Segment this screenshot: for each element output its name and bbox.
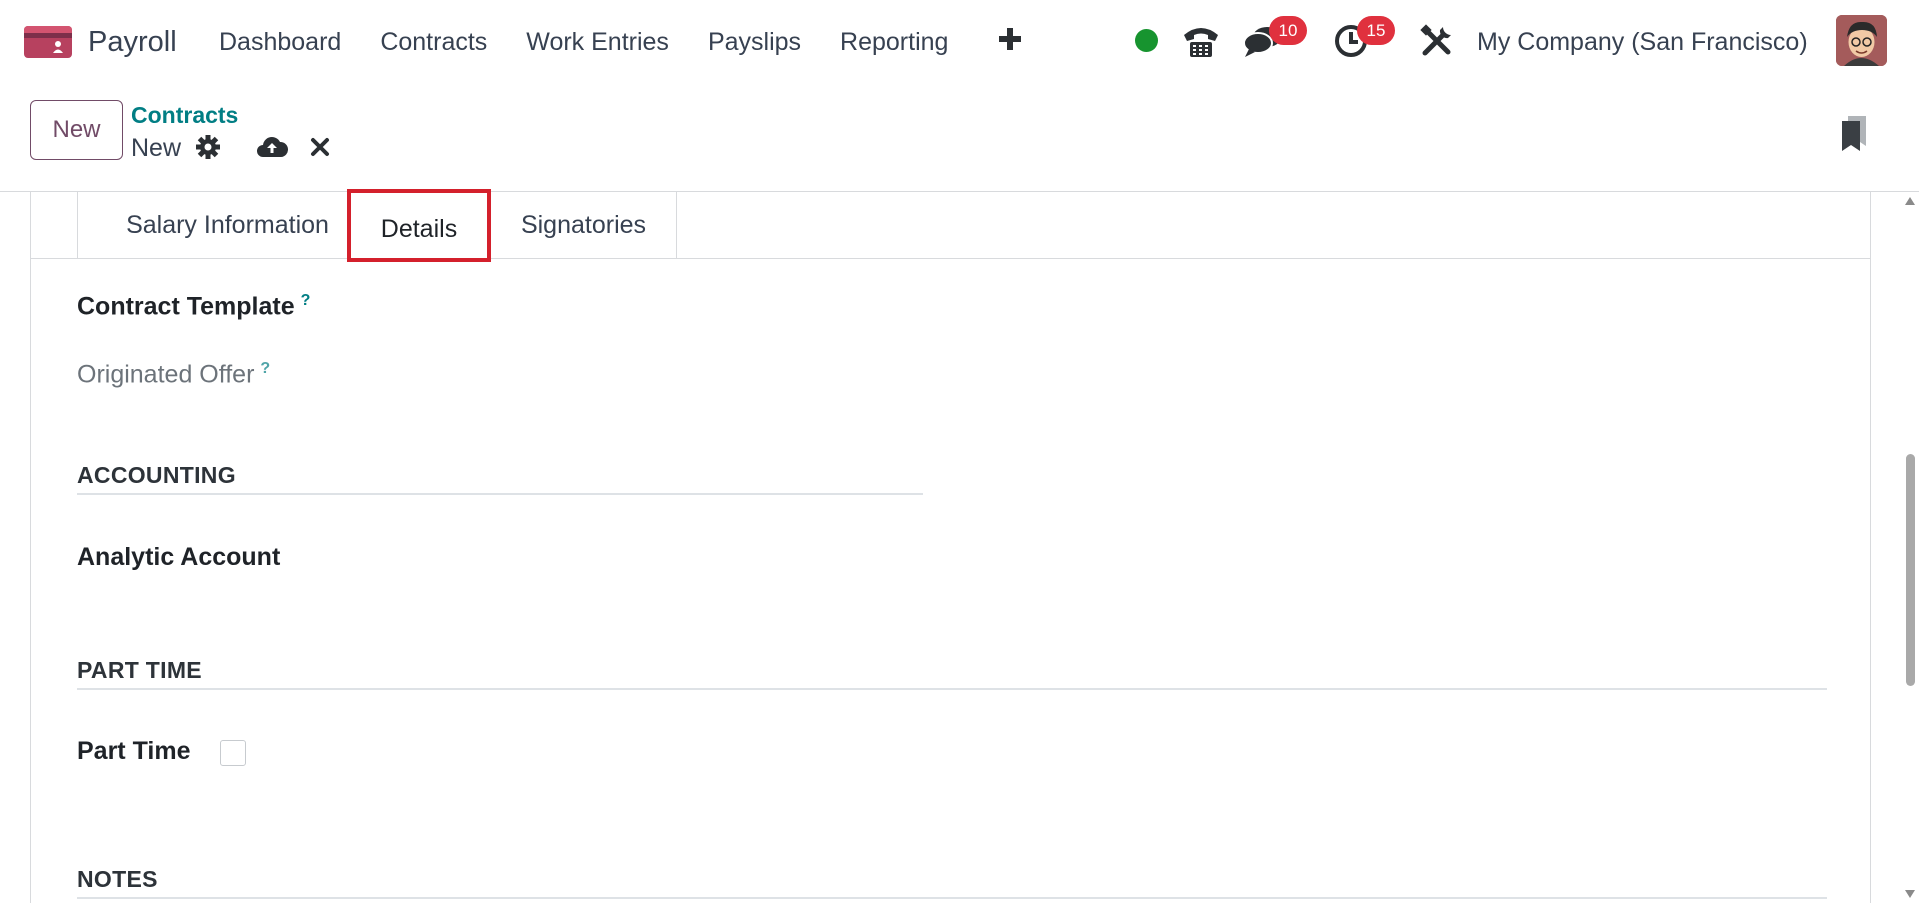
section-divider <box>77 688 1827 690</box>
tab-details[interactable]: Details <box>347 189 491 262</box>
originated-offer-field: Originated Offer? <box>77 360 270 389</box>
main-menu: Dashboard Contracts Work Entries Payslip… <box>219 22 987 62</box>
tab-signatories[interactable]: Signatories <box>491 192 677 259</box>
gear-icon[interactable] <box>195 134 221 160</box>
form-sheet: Salary Information Details Signatories C… <box>30 189 1871 903</box>
tab-salary-information[interactable]: Salary Information <box>77 192 377 259</box>
part-time-section-title: PART TIME <box>77 657 202 683</box>
vertical-scrollbar[interactable] <box>1900 192 1919 903</box>
notes-section-title: NOTES <box>77 866 158 892</box>
app-logo-icon[interactable] <box>24 24 72 58</box>
messages-count-badge: 10 <box>1269 16 1307 45</box>
part-time-checkbox[interactable] <box>220 740 246 766</box>
menu-item-payslips[interactable]: Payslips <box>708 22 801 62</box>
bookmark-icon[interactable] <box>1839 114 1869 152</box>
help-tooltip-icon[interactable]: ? <box>301 292 311 309</box>
menu-item-contracts[interactable]: Contracts <box>380 22 487 62</box>
originated-offer-label: Originated Offer <box>77 360 255 389</box>
tools-icon[interactable] <box>1420 24 1454 58</box>
menu-item-dashboard[interactable]: Dashboard <box>219 22 341 62</box>
presence-status-icon <box>1135 29 1158 52</box>
part-time-label: Part Time <box>77 737 191 765</box>
scrollbar-thumb[interactable] <box>1906 454 1915 686</box>
activities-count-badge: 15 <box>1357 16 1395 45</box>
record-name: New <box>131 134 182 162</box>
section-divider <box>77 897 1827 899</box>
analytic-account-label: Analytic Account <box>77 543 281 571</box>
top-navbar: Payroll Dashboard Contracts Work Entries… <box>0 0 1919 82</box>
menu-item-work-entries[interactable]: Work Entries <box>526 22 669 62</box>
accounting-section-title: ACCOUNTING <box>77 462 236 488</box>
avatar[interactable] <box>1836 15 1887 66</box>
plus-icon[interactable] <box>996 25 1024 53</box>
scroll-down-arrow-icon[interactable] <box>1904 889 1916 899</box>
cloud-upload-icon[interactable] <box>256 132 288 162</box>
scroll-up-arrow-icon[interactable] <box>1904 196 1916 206</box>
contract-template-field: Contract Template? <box>77 292 310 321</box>
company-switcher[interactable]: My Company (San Francisco) <box>1477 22 1808 62</box>
menu-item-reporting[interactable]: Reporting <box>840 22 948 62</box>
close-icon[interactable] <box>308 135 332 159</box>
control-panel: New Contracts New <box>0 82 1919 192</box>
app-name[interactable]: Payroll <box>88 22 177 62</box>
breadcrumb-contracts[interactable]: Contracts <box>131 100 238 130</box>
contract-template-label: Contract Template <box>77 292 295 321</box>
section-divider <box>77 493 923 495</box>
notebook-tabs: Salary Information Details Signatories <box>31 189 1870 262</box>
phone-icon[interactable] <box>1181 23 1221 59</box>
new-button[interactable]: New <box>30 100 123 160</box>
help-tooltip-icon[interactable]: ? <box>260 360 270 377</box>
